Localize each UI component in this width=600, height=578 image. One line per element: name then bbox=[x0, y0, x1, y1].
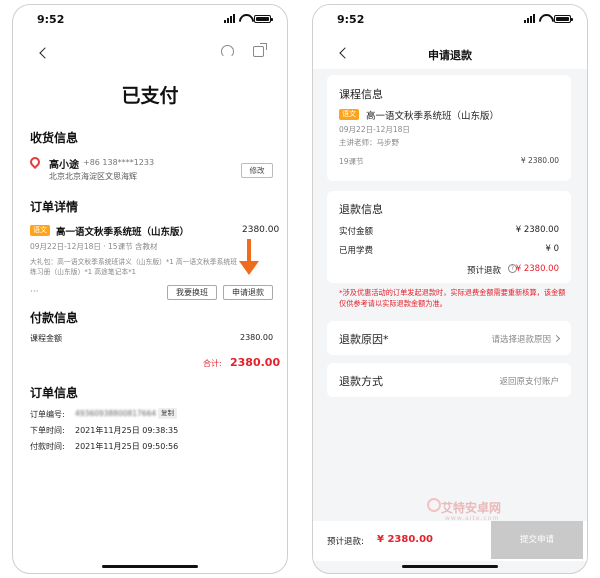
watermark-logo bbox=[427, 498, 441, 512]
amount-label: 课程金额 bbox=[30, 334, 62, 343]
course-name: 高一语文秋季系统班（山东版） bbox=[366, 111, 500, 122]
estimate-refund-label: 预计退款 bbox=[467, 266, 502, 276]
subject-tag: 语文 bbox=[339, 109, 359, 120]
chevron-right-icon bbox=[552, 334, 561, 343]
refund-method-row: 退款方式 返回原支付账户 bbox=[327, 363, 571, 397]
wifi-icon bbox=[239, 14, 250, 23]
subject-tag: 语文 bbox=[30, 225, 50, 236]
switch-class-button[interactable]: 我要换班 bbox=[167, 285, 217, 300]
paid-amount-label: 实付金额 bbox=[339, 227, 374, 237]
course-dates: 09月22日-12月18日 bbox=[339, 125, 410, 134]
order-detail-section-title: 订单详情 bbox=[30, 200, 79, 214]
refund-notice: *涉及优惠活动的订单发起退款时，实际退费金额需要重新核算，该金额仅供参考请以实际… bbox=[339, 288, 566, 308]
footer-estimate-label: 预计退款: bbox=[327, 537, 364, 547]
used-fee-label: 已用学费 bbox=[339, 246, 374, 256]
submit-button[interactable]: 提交申请 bbox=[491, 521, 583, 559]
estimate-refund-value: ¥ 2380.00 bbox=[515, 264, 559, 274]
signal-icon bbox=[224, 14, 235, 23]
watermark-text: 艾特安卓网 bbox=[441, 501, 502, 515]
refund-reason-label: 退款原因* bbox=[339, 333, 389, 346]
order-paid-screen: 9:52 已支付 收货信息 高小途 +86 138****1233 北京北京海淀… bbox=[12, 4, 288, 574]
refund-method-label: 退款方式 bbox=[339, 375, 383, 388]
total-label: 合计: bbox=[203, 359, 222, 368]
home-indicator bbox=[102, 565, 198, 568]
placed-time-label: 下单时间: bbox=[30, 426, 65, 435]
order-number-label: 订单编号: bbox=[30, 410, 65, 419]
status-bar: 9:52 bbox=[13, 5, 287, 33]
customer-service-icon[interactable] bbox=[221, 45, 234, 58]
placed-time-value: 2021年11月25日 09:38:35 bbox=[75, 426, 179, 435]
refund-section-title: 退款信息 bbox=[339, 203, 383, 216]
wifi-icon bbox=[539, 14, 550, 23]
status-bar: 9:52 bbox=[313, 5, 587, 33]
recipient-address: 北京北京海淀区文思海辉 bbox=[49, 172, 137, 181]
used-fee-value: ¥ 0 bbox=[545, 244, 559, 254]
status-icons bbox=[524, 14, 573, 23]
course-info-card: 课程信息 语文 高一语文秋季系统班（山东版） 09月22日-12月18日 主讲老… bbox=[327, 75, 571, 181]
home-indicator bbox=[402, 565, 498, 568]
battery-icon bbox=[254, 14, 273, 23]
status-icons bbox=[224, 14, 273, 23]
location-icon bbox=[27, 154, 43, 170]
course-name: 高一语文秋季系统班（山东版） bbox=[56, 227, 190, 238]
recipient-phone: +86 138****1233 bbox=[83, 158, 155, 167]
course-price: ¥ 2380.00 bbox=[520, 156, 559, 165]
back-icon[interactable] bbox=[39, 47, 51, 59]
copy-button[interactable]: 复制 bbox=[158, 408, 177, 419]
battery-icon bbox=[554, 14, 573, 23]
paid-amount-value: ¥ 2380.00 bbox=[515, 225, 559, 235]
page-title: 申请退款 bbox=[428, 49, 472, 62]
request-refund-button[interactable]: 申请退款 bbox=[223, 285, 273, 300]
course-lessons: 19课节 bbox=[339, 157, 364, 166]
shipping-section-title: 收货信息 bbox=[30, 131, 79, 145]
signal-icon bbox=[524, 14, 535, 23]
amount-value: 2380.00 bbox=[240, 333, 274, 342]
arrow-indicator bbox=[247, 239, 251, 263]
order-number-value: 49360938800817664 bbox=[75, 409, 157, 418]
refund-request-screen: 9:52 申请退款 课程信息 语文 高一语文秋季系统班（山东版） 09月22日-… bbox=[312, 4, 588, 574]
course-section-title: 课程信息 bbox=[339, 88, 383, 101]
more-icon[interactable]: ··· bbox=[30, 287, 39, 297]
footer-estimate-value: ¥ 2380.00 bbox=[377, 534, 433, 545]
arrow-indicator-head bbox=[239, 261, 259, 275]
paid-time-label: 付款时间: bbox=[30, 442, 65, 451]
page-title: 已支付 bbox=[121, 85, 179, 107]
course-price: 2380.00 bbox=[242, 225, 280, 235]
gift-line-2: 练习册（山东版）*1 高途笔记本*1 bbox=[30, 268, 136, 276]
recipient-name: 高小途 bbox=[49, 160, 79, 171]
status-time: 9:52 bbox=[37, 13, 65, 26]
refund-method-value: 返回原支付账户 bbox=[499, 377, 559, 387]
paid-time-value: 2021年11月25日 09:50:56 bbox=[75, 442, 179, 451]
order-info-section-title: 订单信息 bbox=[30, 386, 79, 400]
payment-section-title: 付款信息 bbox=[30, 311, 79, 325]
course-teacher: 主讲老师：马步野 bbox=[339, 138, 399, 147]
refund-reason-row[interactable]: 退款原因* 请选择退款原因 bbox=[327, 321, 571, 355]
total-value: 2380.00 bbox=[230, 356, 281, 369]
gift-line-1: 大礼包：高一语文秋季系统班讲义（山东版）*1 高一语文秋季系统班 bbox=[30, 258, 237, 266]
refund-info-card: 退款信息 实付金额 ¥ 2380.00 已用学费 ¥ 0 预计退款 ? ¥ 23… bbox=[327, 191, 571, 283]
course-meta: 09月22日-12月18日 · 15课节 含教材 bbox=[30, 242, 158, 251]
refund-reason-select[interactable]: 请选择退款原因 bbox=[491, 333, 551, 345]
edit-address-button[interactable]: 修改 bbox=[241, 163, 273, 178]
share-icon[interactable] bbox=[253, 43, 267, 57]
status-time: 9:52 bbox=[337, 13, 365, 26]
